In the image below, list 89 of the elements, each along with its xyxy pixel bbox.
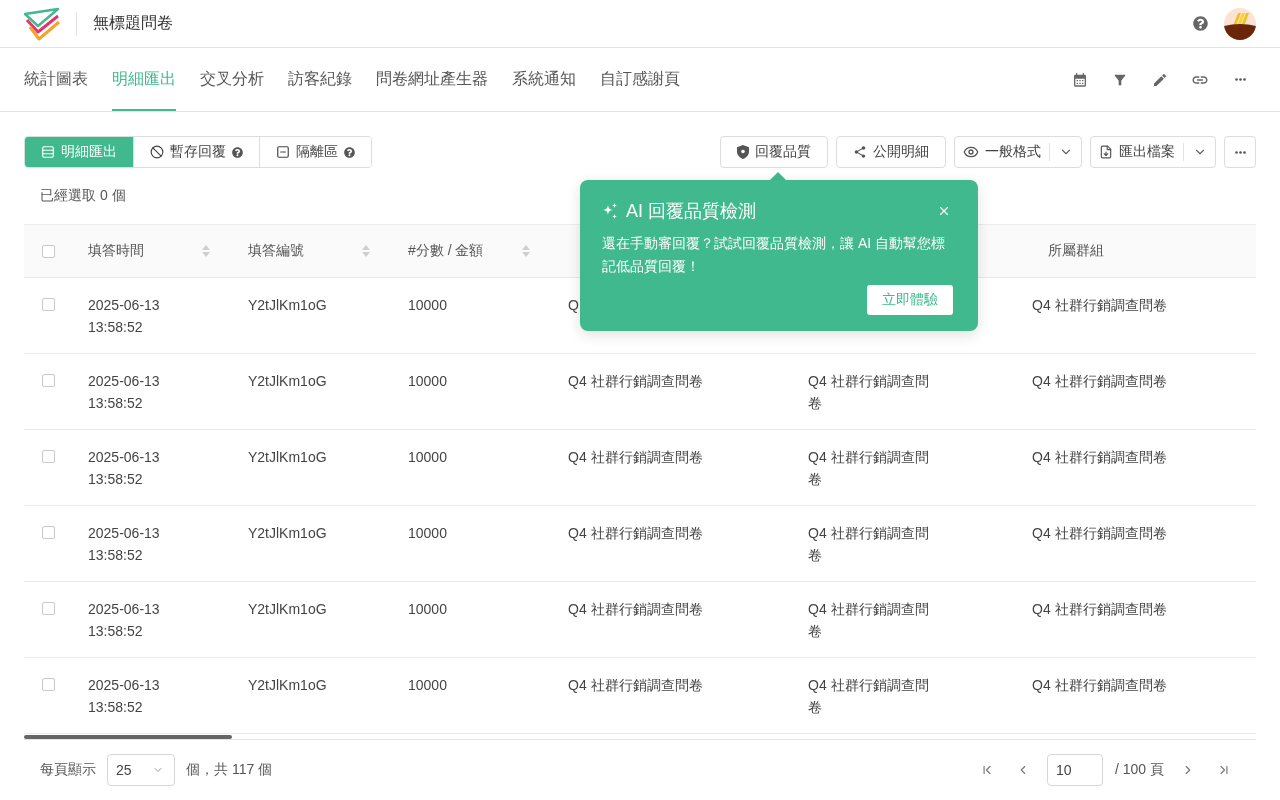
table-cell-text: Q4 社群行銷調查問卷 — [568, 524, 703, 543]
table-cell-text: Y2tJlKm1oG — [248, 448, 327, 467]
more-icon — [1234, 78, 1246, 81]
nav-tab[interactable]: 自訂感謝頁 — [600, 48, 680, 111]
rows-icon — [41, 145, 55, 159]
share-icon — [853, 145, 867, 159]
popover-title: AI 回覆品質檢測 — [626, 200, 756, 223]
row-checkbox[interactable] — [41, 298, 55, 311]
table-cell-text: 10000 — [408, 676, 447, 695]
action-button[interactable]: 匯出檔案 — [1091, 137, 1183, 167]
table-cell-text: 2025-06-13 13:58:52 — [88, 600, 161, 641]
table-cell-text: Q — [568, 296, 579, 315]
table-cell-text: Y2tJlKm1oG — [248, 676, 327, 695]
sort-icon[interactable] — [362, 245, 370, 257]
page-input[interactable]: 10 — [1046, 754, 1103, 786]
table-cell-text: 2025-06-13 13:58:52 — [88, 372, 161, 413]
row-checkbox[interactable] — [41, 602, 55, 615]
ban-icon — [150, 145, 164, 159]
row-checkbox[interactable] — [41, 450, 55, 463]
sort-icon[interactable] — [522, 245, 530, 257]
table-cell-text: Q4 社群行銷調查問卷 — [808, 676, 930, 717]
column-header: #分數 / 金額 — [408, 242, 484, 260]
page-count: / 100 頁 — [1114, 761, 1164, 779]
nav-tab[interactable]: 交叉分析 — [200, 48, 264, 111]
table-cell-text: 2025-06-13 13:58:52 — [88, 524, 161, 565]
file-download-icon — [1099, 145, 1113, 159]
table-cell-text: Q4 社群行銷調查問卷 — [568, 600, 703, 619]
per-page-label: 每頁顯示 — [40, 761, 96, 779]
more-icon — [1234, 150, 1246, 154]
selection-count: 已經選取 0 個 — [40, 187, 126, 205]
table-cell-text: Q4 社群行銷調查問卷 — [1032, 448, 1167, 467]
row-checkbox[interactable] — [41, 526, 55, 539]
avatar-icon[interactable] — [1224, 7, 1256, 40]
shield-icon — [737, 145, 749, 159]
table-cell-text: 2025-06-13 13:58:52 — [88, 448, 161, 489]
scrollbar-track[interactable] — [24, 734, 1256, 740]
table-cell-text: Q4 社群行銷調查問卷 — [1032, 524, 1167, 543]
table-cell-text: Q4 社群行銷調查問卷 — [808, 372, 930, 413]
table-cell-text: Q4 社群行銷調查問卷 — [808, 448, 930, 489]
scrollbar-thumb[interactable] — [24, 734, 232, 739]
table-cell-text: Y2tJlKm1oG — [248, 372, 327, 391]
column-header: 所屬群組 — [1048, 242, 1104, 260]
table-cell-text: 10000 — [408, 372, 447, 391]
row-checkbox[interactable] — [41, 374, 55, 387]
table-cell-text: Q4 社群行銷調查問卷 — [568, 448, 703, 467]
logo-icon — [24, 6, 60, 41]
pencil-icon — [1152, 71, 1168, 88]
action-button[interactable]: 一般格式 — [955, 137, 1049, 167]
table-cell-text: Q4 社群行銷調查問卷 — [1032, 372, 1167, 391]
calendar-icon — [1072, 71, 1088, 88]
minus-square-icon — [276, 145, 290, 159]
select-all-checkbox[interactable] — [41, 244, 55, 258]
action-button[interactable]: 回覆品質 — [720, 136, 828, 168]
nav-tab[interactable]: 訪客紀錄 — [288, 48, 352, 111]
table-cell-text: Q4 社群行銷調查問卷 — [1032, 676, 1167, 695]
column-header: 填答編號 — [248, 242, 304, 260]
sparkle-icon — [602, 203, 618, 219]
nav-tab[interactable]: 統計圖表 — [24, 48, 88, 111]
table-cell-text: Q4 社群行銷調查問卷 — [1032, 600, 1167, 619]
table-cell-text: 2025-06-13 13:58:52 — [88, 296, 161, 337]
nav-tab[interactable]: 問卷網址產生器 — [376, 48, 488, 111]
table-cell-text: Y2tJlKm1oG — [248, 524, 327, 543]
column-header: 填答時間 — [88, 242, 144, 260]
nav-tab[interactable]: 系統通知 — [512, 48, 576, 111]
table-cell-text: Q4 社群行銷調查問卷 — [568, 676, 703, 695]
action-button[interactable]: 公開明細 — [836, 136, 946, 168]
table-cell-text: Y2tJlKm1oG — [248, 296, 327, 315]
table-cell-text: 2025-06-13 13:58:52 — [88, 676, 161, 717]
per-page-select[interactable]: 25 — [107, 754, 175, 786]
survey-title: 無標題問卷 — [93, 13, 173, 33]
popover-text: 還在手動審回覆？試試回覆品質檢測，讓 AI 自動幫您標記低品質回覆！ — [602, 234, 946, 276]
table-cell-text: Q4 社群行銷調查問卷 — [1032, 296, 1167, 315]
total-count: 個，共 117 個 — [186, 761, 273, 779]
table-cell-text: Q4 社群行銷調查問卷 — [808, 524, 930, 565]
row-checkbox[interactable] — [41, 678, 55, 691]
view-segment[interactable]: 隔離區 — [259, 137, 371, 167]
table-cell-text: 10000 — [408, 600, 447, 619]
table-cell-text: 10000 — [408, 448, 447, 467]
close-icon — [937, 204, 951, 218]
table-cell-text: Q4 社群行銷調查問卷 — [808, 600, 930, 641]
last-page-icon — [1217, 763, 1231, 777]
table-cell-text: Y2tJlKm1oG — [248, 600, 327, 619]
table-cell-text: 10000 — [408, 524, 447, 543]
table-cell-text: Q4 社群行銷調查問卷 — [568, 372, 703, 391]
sort-icon[interactable] — [202, 245, 210, 257]
help-icon — [1192, 16, 1208, 31]
eye-icon — [963, 144, 979, 160]
table-cell-text: 10000 — [408, 296, 447, 315]
more-button[interactable] — [1224, 136, 1256, 168]
